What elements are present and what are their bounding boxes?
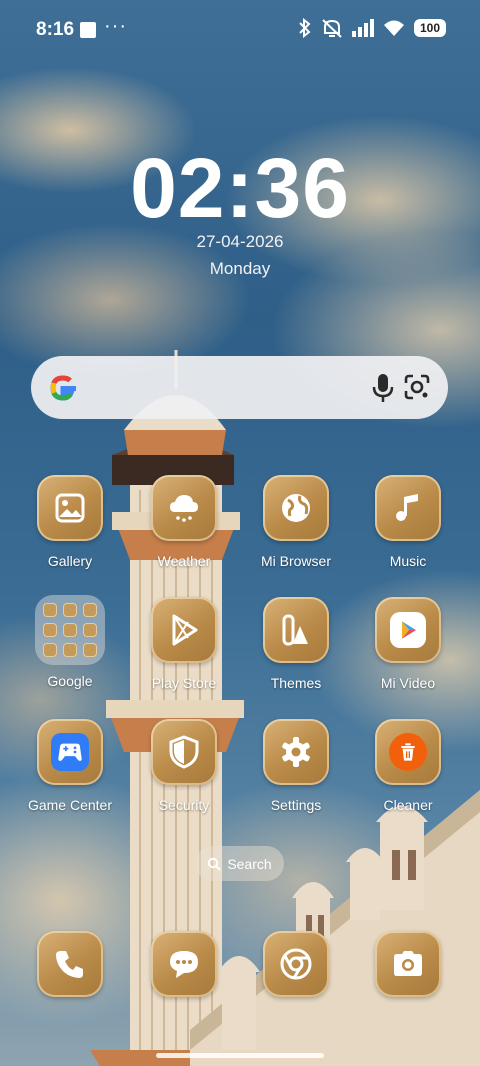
- app-game-center[interactable]: Game Center: [15, 719, 125, 813]
- play-store-icon[interactable]: [151, 597, 217, 663]
- google-logo-icon[interactable]: [43, 368, 83, 408]
- themes-icon[interactable]: [263, 597, 329, 663]
- dock-chrome[interactable]: [241, 931, 351, 997]
- google-lens-icon[interactable]: [402, 372, 432, 402]
- app-gallery[interactable]: Gallery: [15, 475, 125, 569]
- folder-google[interactable]: Google: [15, 595, 125, 689]
- clock-widget-time[interactable]: 02:36: [0, 140, 480, 237]
- home-gesture-bar[interactable]: [156, 1053, 324, 1058]
- dock-messages[interactable]: [129, 931, 239, 997]
- gear-icon[interactable]: [263, 719, 329, 785]
- search-icon: [208, 857, 222, 871]
- mini-photos-icon: [63, 643, 77, 657]
- app-label: Mi Video: [380, 675, 436, 691]
- globe-icon[interactable]: [263, 475, 329, 541]
- app-mi-browser[interactable]: Mi Browser: [241, 475, 351, 569]
- folder-icon[interactable]: [35, 595, 105, 665]
- messages-icon[interactable]: [151, 931, 217, 997]
- app-label: Security: [158, 797, 210, 813]
- battery-indicator: 100: [414, 19, 446, 37]
- folder-label: Google: [47, 673, 93, 689]
- mic-icon[interactable]: [368, 372, 398, 404]
- app-label: Cleaner: [383, 797, 433, 813]
- clock-widget-weekday: Monday: [209, 259, 271, 278]
- app-weather[interactable]: Weather: [129, 475, 239, 569]
- mini-drive-icon: [63, 623, 77, 637]
- dock-phone[interactable]: [15, 931, 125, 997]
- app-drawer-search[interactable]: Search: [195, 846, 284, 881]
- wifi-icon: [384, 20, 404, 36]
- app-label: Weather: [157, 553, 211, 569]
- mini-meet-icon: [43, 643, 57, 657]
- mini-youtube-icon: [43, 623, 57, 637]
- app-label: Music: [389, 553, 427, 569]
- signal-icon: [352, 19, 374, 37]
- game-center-icon[interactable]: [37, 719, 103, 785]
- camera-icon[interactable]: [375, 931, 441, 997]
- clock-widget-date: 27-04-2026: [196, 232, 284, 251]
- phone-icon[interactable]: [37, 931, 103, 997]
- app-label: Gallery: [47, 553, 93, 569]
- app-play-store[interactable]: Play Store: [129, 597, 239, 691]
- app-themes[interactable]: Themes: [241, 597, 351, 691]
- shield-icon[interactable]: [151, 719, 217, 785]
- status-bar: 8:16 ··· 100: [0, 0, 480, 60]
- app-label: Game Center: [27, 797, 113, 813]
- app-security[interactable]: Security: [129, 719, 239, 813]
- app-cleaner[interactable]: Cleaner: [353, 719, 463, 813]
- bluetooth-icon: [299, 18, 311, 38]
- mini-ytmusic-icon: [83, 623, 97, 637]
- music-note-icon[interactable]: [375, 475, 441, 541]
- mini-google-icon: [43, 603, 57, 617]
- app-label: Themes: [270, 675, 322, 691]
- dock-camera[interactable]: [353, 931, 463, 997]
- status-time: 8:16: [36, 19, 75, 40]
- notification-square-icon: [80, 22, 96, 38]
- mini-maps-icon: [83, 603, 97, 617]
- more-notifications-icon: ···: [104, 15, 127, 37]
- app-music[interactable]: Music: [353, 475, 463, 569]
- app-label: Mi Browser: [260, 553, 331, 569]
- app-drawer-search-label: Search: [227, 855, 272, 872]
- chrome-icon[interactable]: [263, 931, 329, 997]
- status-icons: 100: [298, 18, 446, 38]
- gallery-icon[interactable]: [37, 475, 103, 541]
- cleaner-icon[interactable]: [375, 719, 441, 785]
- app-label: Settings: [270, 797, 322, 813]
- mi-video-icon[interactable]: [375, 597, 441, 663]
- mini-gmail-icon: [63, 603, 77, 617]
- app-label: Play Store: [151, 675, 217, 691]
- app-mi-video[interactable]: Mi Video: [353, 597, 463, 691]
- google-search-widget[interactable]: [31, 356, 448, 419]
- mini-files-icon: [83, 643, 97, 657]
- mute-icon: [322, 19, 342, 38]
- weather-icon[interactable]: [151, 475, 217, 541]
- app-settings[interactable]: Settings: [241, 719, 351, 813]
